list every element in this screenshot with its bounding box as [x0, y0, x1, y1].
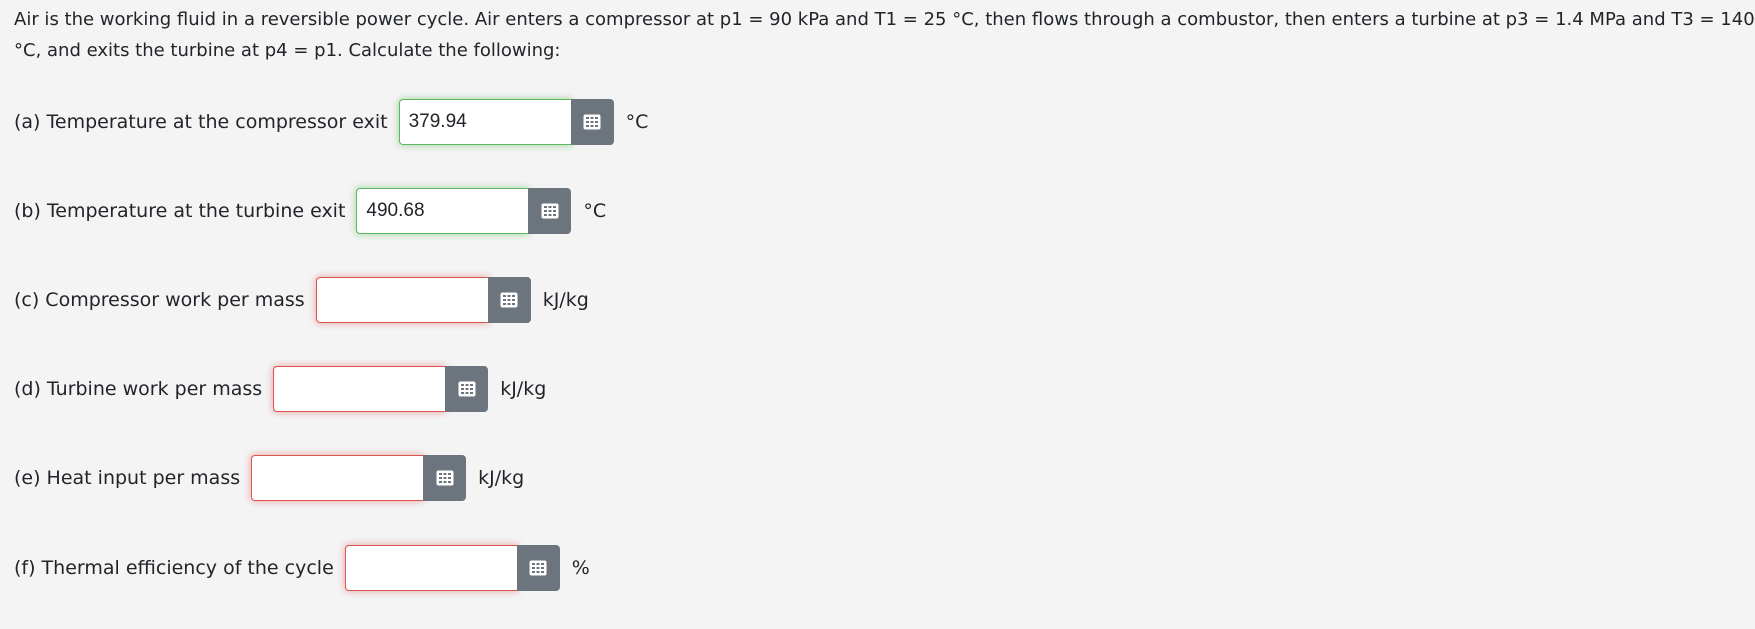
calculator-icon: [458, 381, 476, 397]
calculator-icon: [541, 203, 559, 219]
unit-label: %: [571, 557, 590, 579]
calculator-icon: [529, 560, 547, 576]
question-label: (d) Turbine work per mass: [14, 378, 263, 400]
answer-input[interactable]: [251, 455, 424, 501]
answer-input[interactable]: [356, 188, 529, 234]
unit-label: kJ/kg: [542, 289, 589, 311]
answer-group: [344, 545, 560, 591]
answer-input[interactable]: [315, 277, 488, 323]
calculator-button[interactable]: [423, 455, 467, 501]
question-e: (e) Heat input per mass kJ/kg: [14, 455, 524, 501]
calculator-icon: [436, 470, 454, 486]
answer-input[interactable]: [398, 99, 571, 145]
answer-group: [251, 455, 467, 501]
question-label: (f) Thermal efficiency of the cycle: [14, 557, 334, 579]
question-label: (e) Heat input per mass: [14, 467, 241, 489]
calculator-button[interactable]: [516, 545, 560, 591]
calculator-button[interactable]: [570, 99, 614, 145]
calculator-button[interactable]: [445, 366, 489, 412]
question-f: (f) Thermal efficiency of the cycle %: [14, 545, 590, 591]
question-label: (a) Temperature at the compressor exit: [14, 111, 388, 133]
unit-label: kJ/kg: [478, 467, 525, 489]
calculator-icon: [583, 114, 601, 130]
problem-statement: Air is the working fluid in a reversible…: [14, 9, 1755, 61]
unit-label: °C: [583, 200, 607, 222]
question-d: (d) Turbine work per mass kJ/kg: [14, 366, 546, 412]
unit-label: °C: [625, 111, 649, 133]
answer-group: [356, 188, 572, 234]
calculator-button[interactable]: [528, 188, 572, 234]
question-a: (a) Temperature at the compressor exit °…: [14, 99, 648, 145]
calculator-button[interactable]: [487, 277, 531, 323]
calculator-icon: [500, 292, 518, 308]
answer-group: [273, 366, 489, 412]
question-label: (b) Temperature at the turbine exit: [14, 200, 346, 222]
answer-group: [398, 99, 614, 145]
question-label: (c) Compressor work per mass: [14, 289, 305, 311]
answer-input[interactable]: [344, 545, 517, 591]
answer-group: [315, 277, 531, 323]
answer-input[interactable]: [273, 366, 446, 412]
question-c: (c) Compressor work per mass kJ/kg: [14, 277, 589, 323]
unit-label: kJ/kg: [500, 378, 547, 400]
question-b: (b) Temperature at the turbine exit °C: [14, 188, 606, 234]
